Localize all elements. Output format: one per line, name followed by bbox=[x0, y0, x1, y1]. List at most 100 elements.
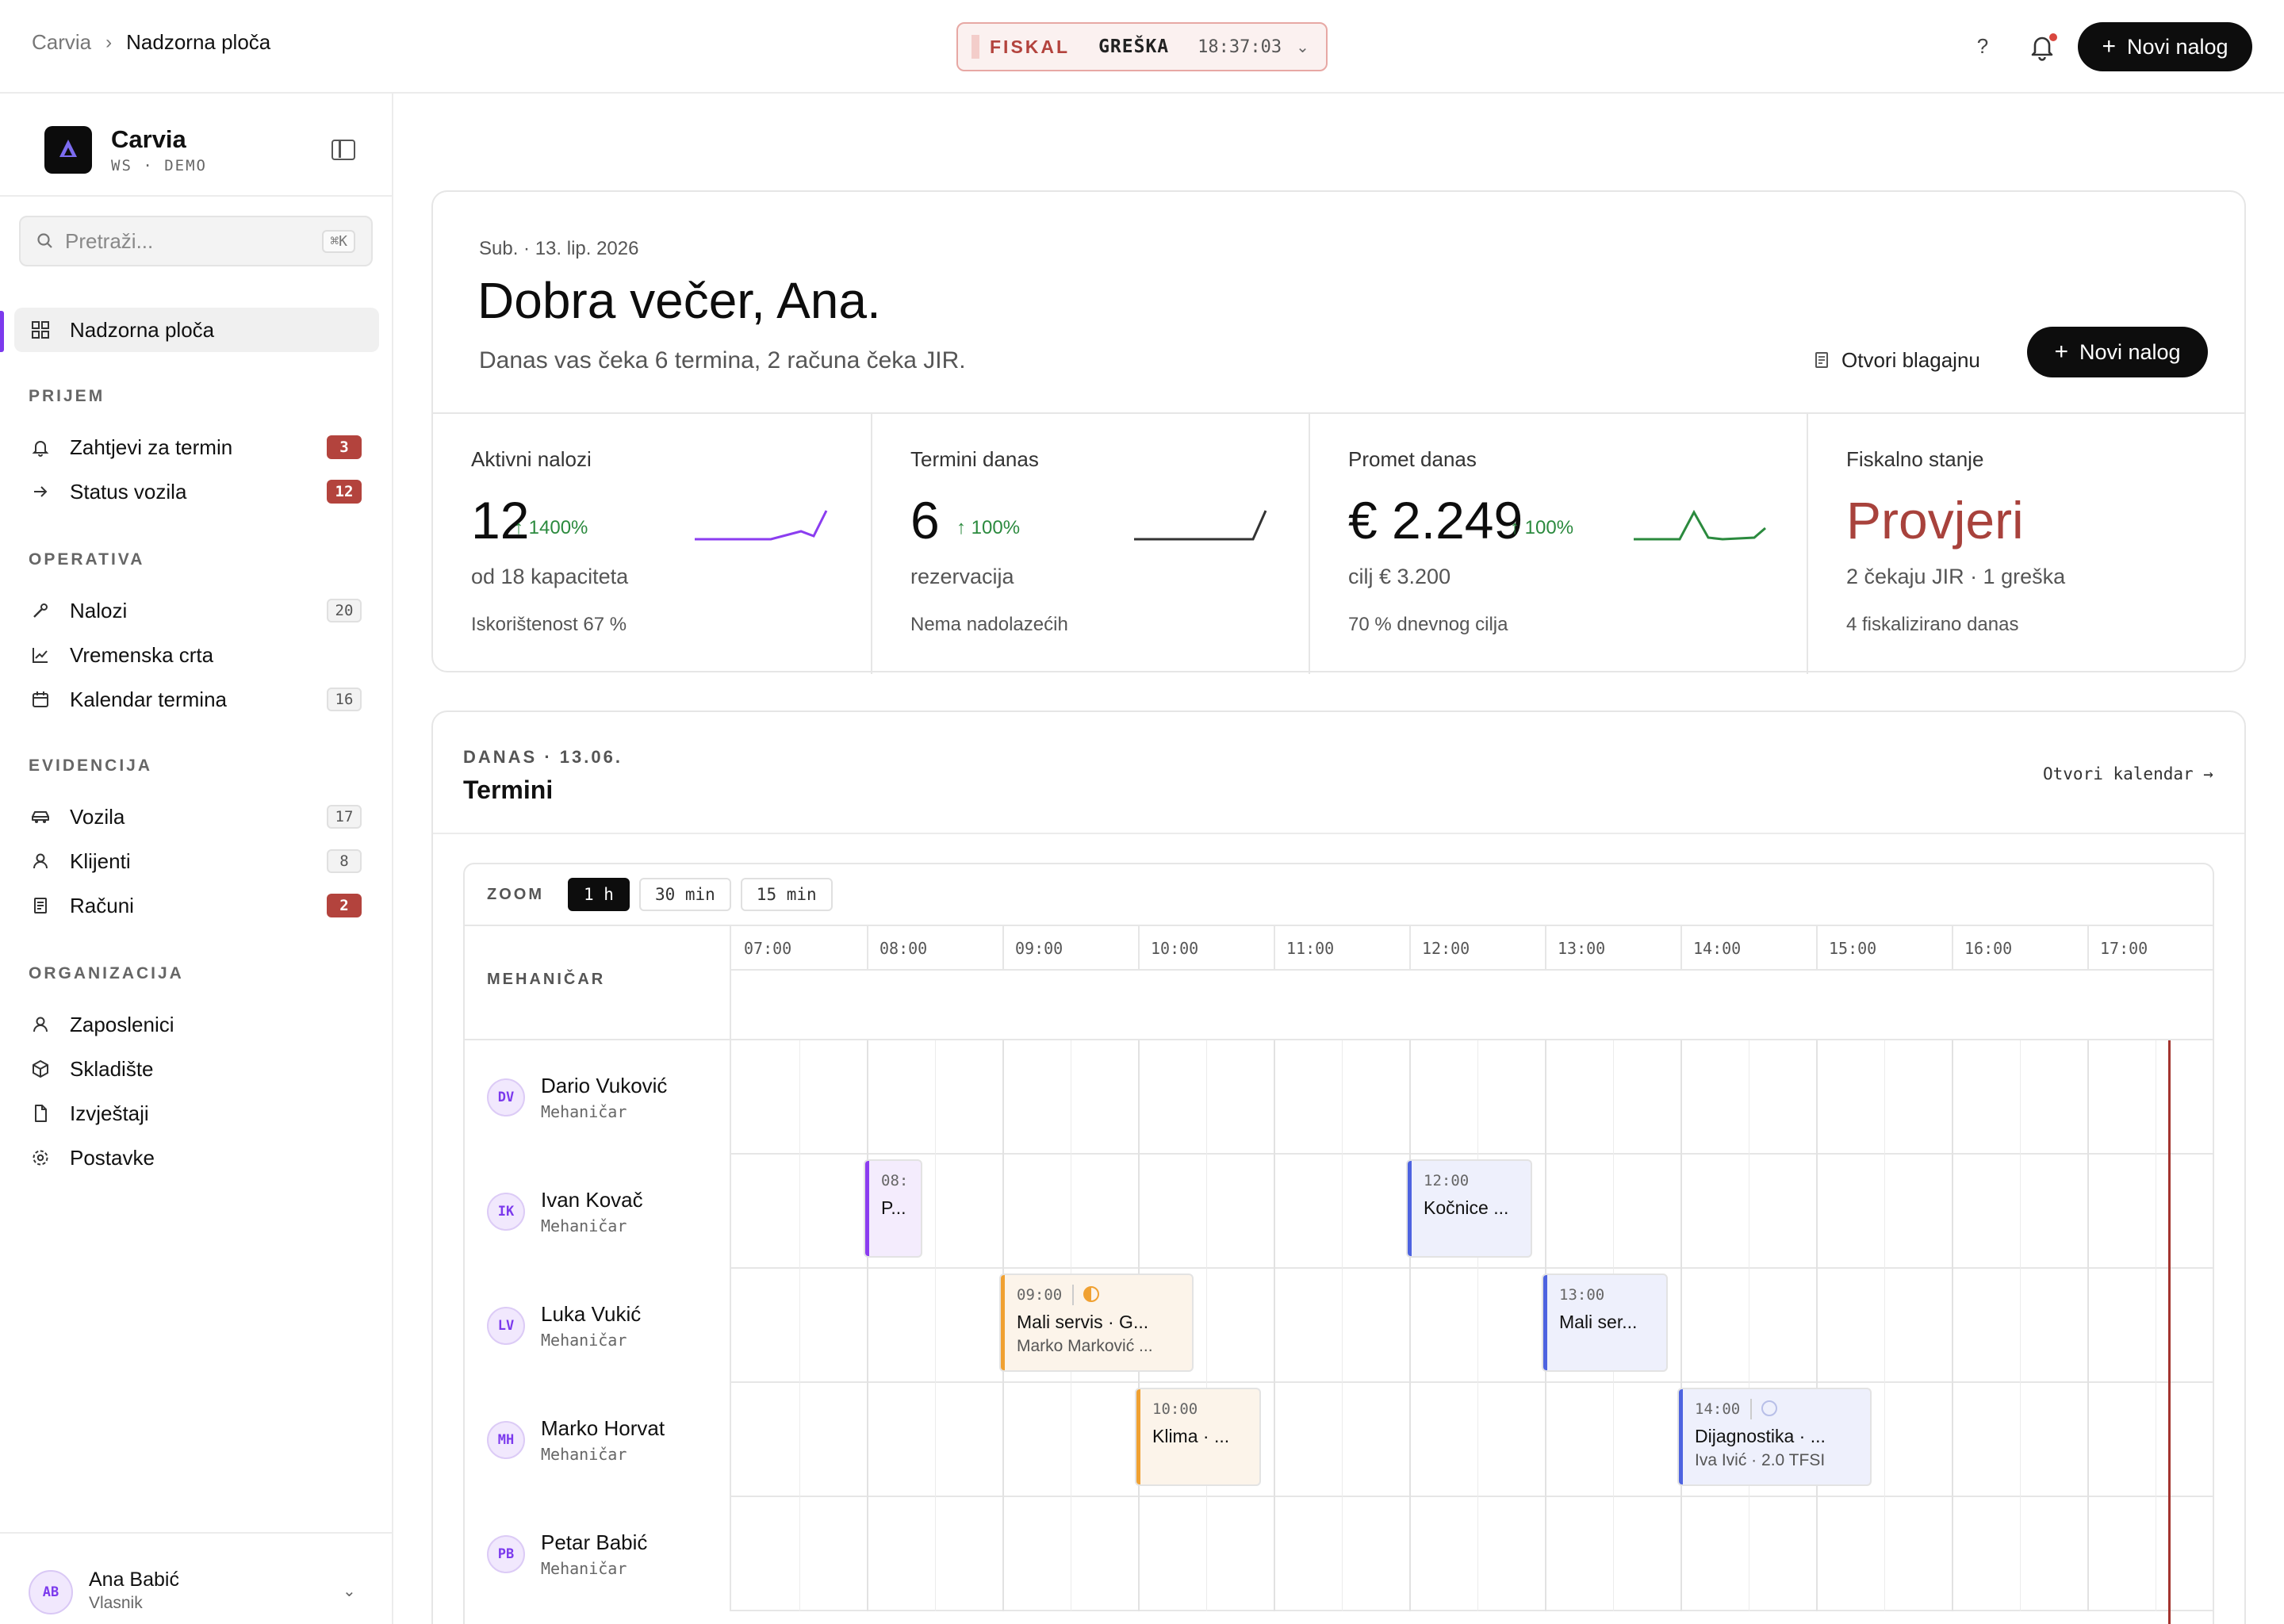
kpi-footnote: 70 % dnevnog cilja bbox=[1348, 614, 1508, 635]
daily-summary: Danas vas čeka 6 termina, 2 računa čeka … bbox=[479, 347, 966, 373]
mechanic-info[interactable]: PB Petar Babić Mehaničar bbox=[465, 1497, 731, 1611]
grid-icon bbox=[30, 320, 51, 340]
mechanic-role: Mehaničar bbox=[541, 1216, 627, 1235]
grid-line bbox=[1612, 1040, 1614, 1155]
appointment-block[interactable]: 13:00 Mali ser... bbox=[1542, 1274, 1668, 1372]
sidebar-item-employees[interactable]: Zaposlenici bbox=[14, 1002, 379, 1047]
appointment-block[interactable]: 14:00 Dijagnostika · ... Iva Ivić · 2.0 TF… bbox=[1677, 1388, 1872, 1486]
mechanic-info[interactable]: DV Dario Vuković Mehaničar bbox=[465, 1040, 731, 1155]
grid-line bbox=[934, 1155, 936, 1269]
sidebar-item-vehicle-status[interactable]: Status vozila 12 bbox=[14, 469, 379, 514]
hour-divider bbox=[1409, 926, 1411, 971]
kpi-title: Termini danas bbox=[910, 447, 1039, 471]
sidebar-item-label: Nadzorna ploča bbox=[70, 317, 215, 342]
sidebar-item-clients[interactable]: Klijenti 8 bbox=[14, 839, 379, 883]
appointment-block[interactable]: 10:00 Klima · ... bbox=[1135, 1388, 1261, 1486]
sidebar-item-appointment-requests[interactable]: Zahtjevi za termin 3 bbox=[14, 425, 379, 469]
count-badge: 3 bbox=[327, 435, 362, 459]
zoom-15min-button[interactable]: 15 min bbox=[740, 878, 833, 911]
arrow-right-icon bbox=[30, 481, 51, 502]
appointment-block[interactable]: 08: P... bbox=[864, 1159, 922, 1258]
help-button[interactable]: ? bbox=[1967, 30, 1998, 62]
grid-line bbox=[867, 1383, 868, 1497]
hour-label: 11:00 bbox=[1286, 939, 1335, 958]
sidebar-item-settings[interactable]: Postavke bbox=[14, 1136, 379, 1180]
zoom-label: ZOOM bbox=[487, 885, 544, 903]
sidebar-item-orders[interactable]: Nalozi 20 bbox=[14, 588, 379, 633]
grid-line bbox=[1341, 1269, 1343, 1383]
open-calendar-link[interactable]: Otvori kalendar → bbox=[2043, 764, 2213, 783]
user-menu[interactable]: AB Ana Babić Vlasnik ⌄ bbox=[0, 1532, 392, 1624]
grid-line bbox=[2155, 1497, 2156, 1611]
search-input[interactable]: Pretraži... ⌘K bbox=[19, 216, 373, 266]
kpi-appointments-today[interactable]: Termini danas 6 ↑ 100% rezervacija Nema … bbox=[872, 414, 1310, 674]
open-cash-register-button[interactable]: Otvori blagajnu bbox=[1815, 336, 1980, 384]
sparkline bbox=[1134, 510, 1267, 541]
appointment-color-bar bbox=[1543, 1275, 1547, 1370]
new-order-label: Novi nalog bbox=[2079, 339, 2181, 364]
kpi-fiscal-status[interactable]: Fiskalno stanje Provjeri 2 čekaju JIR · … bbox=[1808, 414, 2244, 674]
grid-line bbox=[1477, 1269, 1478, 1383]
sidebar-item-invoices[interactable]: Računi 2 bbox=[14, 883, 379, 928]
mechanic-info[interactable]: LV Luka Vukić Mehaničar bbox=[465, 1269, 731, 1383]
kpi-subtitle: 2 čekaju JIR · 1 greška bbox=[1846, 565, 2066, 588]
grid-line bbox=[1952, 1269, 1953, 1383]
sidebar-item-reports[interactable]: Izvještaji bbox=[14, 1091, 379, 1136]
grid-line bbox=[2019, 1155, 2021, 1269]
header-spacer bbox=[731, 971, 2213, 1040]
fiscal-status-pill[interactable]: FISKAL GREŠKA 18:37:03 ⌄ bbox=[956, 22, 1328, 71]
appointment-time: 08: bbox=[881, 1172, 909, 1189]
grid-line bbox=[1816, 1155, 1818, 1269]
brand[interactable]: Carvia WS · DEMO bbox=[44, 125, 207, 174]
breadcrumb-root[interactable]: Carvia bbox=[32, 30, 91, 55]
grid-line bbox=[1274, 1497, 1275, 1611]
grid-line bbox=[934, 1383, 936, 1497]
grid-line bbox=[1070, 1040, 1071, 1155]
section-organizacija: ORGANIZACIJA bbox=[29, 964, 184, 982]
grid-line bbox=[799, 1155, 800, 1269]
grid-line bbox=[1884, 1269, 1885, 1383]
mechanic-info[interactable]: MH Marko Horvat Mehaničar bbox=[465, 1383, 731, 1497]
sparkline bbox=[1634, 509, 1766, 541]
grid-line bbox=[1070, 1155, 1071, 1269]
count-badge: 8 bbox=[327, 849, 362, 873]
zoom-1h-button[interactable]: 1 h bbox=[568, 878, 630, 911]
grid-line bbox=[1680, 1497, 1682, 1611]
kpi-active-orders[interactable]: Aktivni nalozi 12 ↑ 1400% od 18 kapacite… bbox=[433, 414, 872, 674]
appointment-block[interactable]: 09:00 Mali servis · G... Marko Marković ..… bbox=[999, 1274, 1194, 1372]
new-order-button[interactable]: + Novi nalog bbox=[2027, 327, 2208, 377]
sidebar-item-timeline[interactable]: Vremenska crta bbox=[14, 633, 379, 677]
grid-line bbox=[1070, 1383, 1071, 1497]
appointment-title: Kočnice ... bbox=[1424, 1197, 1509, 1218]
sidebar-toggle-icon[interactable] bbox=[331, 140, 355, 160]
appointment-time: 14:00 bbox=[1695, 1400, 1741, 1418]
welcome-card: Sub. · 13. lip. 2026 Dobra večer, Ana. D… bbox=[431, 190, 2246, 674]
sidebar-item-dashboard[interactable]: Nadzorna ploča bbox=[14, 308, 379, 352]
kpi-subtitle: cilj € 3.200 bbox=[1348, 565, 1451, 588]
grid-line bbox=[1274, 1155, 1275, 1269]
mechanic-info[interactable]: IK Ivan Kovač Mehaničar bbox=[465, 1155, 731, 1269]
grid-line bbox=[867, 1497, 868, 1611]
grid-line bbox=[799, 1269, 800, 1383]
receipt-icon bbox=[1815, 352, 1828, 368]
avatar: LV bbox=[487, 1307, 525, 1345]
car-icon bbox=[30, 806, 51, 827]
section-prijem: PRIJEM bbox=[29, 387, 105, 405]
new-order-button[interactable]: + Novi nalog bbox=[2078, 22, 2252, 71]
sidebar-item-calendar[interactable]: Kalendar termina 16 bbox=[14, 677, 379, 722]
kpi-revenue-today[interactable]: Promet danas € 2.249 ↑ 100% cilj € 3.200… bbox=[1310, 414, 1808, 674]
sidebar-item-warehouse[interactable]: Skladište bbox=[14, 1047, 379, 1091]
zoom-30min-button[interactable]: 30 min bbox=[638, 878, 731, 911]
avatar: PB bbox=[487, 1535, 525, 1573]
schedule-title: Termini bbox=[463, 776, 554, 804]
user-icon bbox=[30, 1014, 51, 1035]
appointment-block[interactable]: 12:00 Kočnice ... bbox=[1406, 1159, 1532, 1258]
grid-line bbox=[1409, 1497, 1411, 1611]
new-order-label: Novi nalog bbox=[2126, 34, 2228, 59]
grid-line bbox=[1952, 1497, 1953, 1611]
appointment-color-bar bbox=[1136, 1389, 1140, 1484]
search-shortcut: ⌘K bbox=[322, 229, 355, 253]
mechanic-row: DV Dario Vuković Mehaničar bbox=[465, 1040, 2213, 1155]
grid-line bbox=[1680, 1155, 1682, 1269]
sidebar-item-vehicles[interactable]: Vozila 17 bbox=[14, 795, 379, 839]
